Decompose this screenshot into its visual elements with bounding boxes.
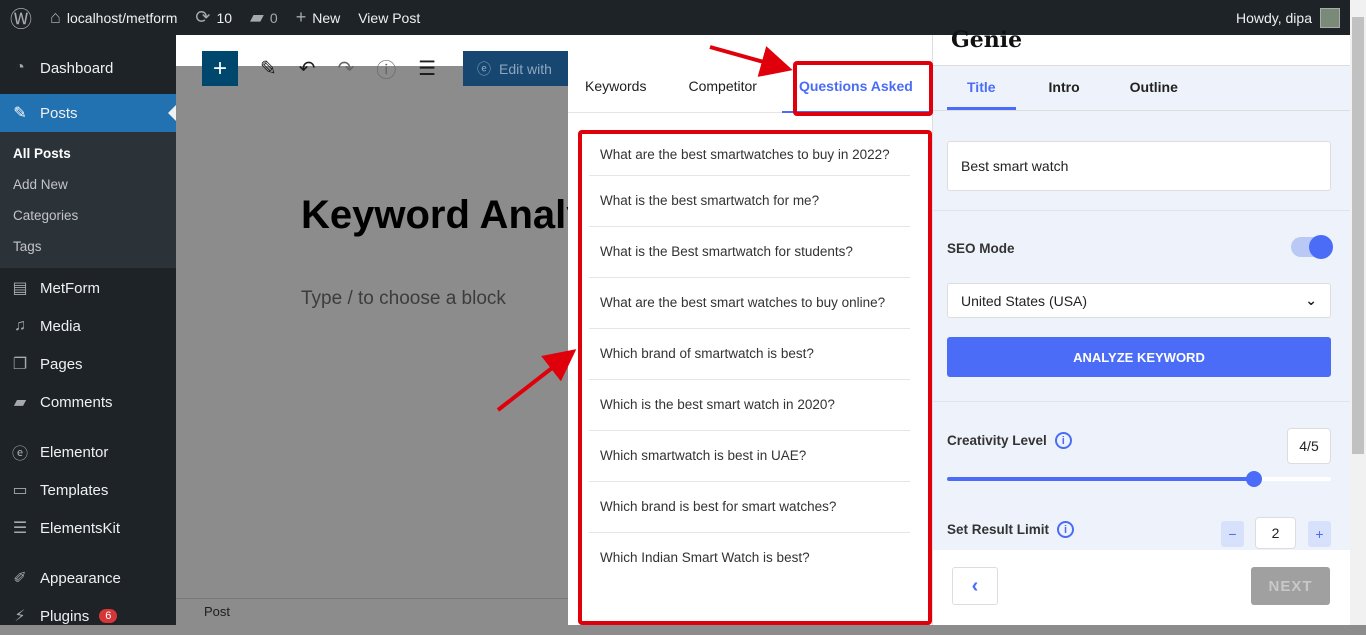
admin-bar: Ⓦ ⌂ localhost/metform ⟳ 10 ▰ 0 + New View Po… xyxy=(0,0,1366,35)
new-link[interactable]: + New xyxy=(296,7,341,28)
result-limit-label: Set Result Limit i xyxy=(947,521,1075,538)
tab-competitor[interactable]: Competitor xyxy=(663,65,773,113)
undo-icon[interactable]: ↶ xyxy=(299,56,316,81)
tab-keywords[interactable]: Keywords xyxy=(568,65,663,113)
highlight-box-questions xyxy=(578,130,932,625)
edit-with-elementor-button[interactable]: ⓔ Edit with xyxy=(463,51,568,86)
sidebar-item-posts[interactable]: ✎ Posts xyxy=(0,94,176,132)
tab-outline[interactable]: Outline xyxy=(1100,66,1198,110)
folder-icon: ▭ xyxy=(12,482,28,499)
sidebar-item-templates[interactable]: ▭ Templates xyxy=(0,471,176,509)
result-limit-input[interactable]: 2 xyxy=(1255,517,1296,549)
add-block-button[interactable]: + xyxy=(202,51,238,86)
sidebar-item-media[interactable]: ♫ Media xyxy=(0,307,176,345)
seo-mode-label: SEO Mode xyxy=(947,241,1015,256)
block-editor: + ✎ ↶ ↷ ⓘ ☰ ⓔ Edit with Keyword Analy Typ… xyxy=(176,35,588,625)
creativity-level-label: Creativity Level i xyxy=(947,432,1072,449)
info-icon[interactable]: i xyxy=(1054,432,1072,449)
pencil-icon[interactable]: ✎ xyxy=(260,56,277,81)
avatar xyxy=(1320,7,1340,28)
account-menu[interactable]: Howdy, dipa xyxy=(1236,0,1340,35)
sidebar-item-elementskit[interactable]: ☰ ElementsKit xyxy=(0,509,176,547)
genie-logo: Genie xyxy=(951,27,1023,53)
genie-tabs: Title Intro Outline xyxy=(933,66,1350,111)
sidebar-item-elementor[interactable]: ⓔ Elementor xyxy=(0,433,176,471)
scrollbar-thumb[interactable] xyxy=(1352,17,1364,454)
redo-icon[interactable]: ↷ xyxy=(338,56,355,81)
info-icon[interactable]: i xyxy=(1057,521,1075,538)
scrollbar[interactable] xyxy=(1350,0,1366,625)
pages-icon: ❐ xyxy=(12,356,28,373)
dashboard-icon: ◔ xyxy=(15,59,25,76)
country-select[interactable]: United States (USA) ⌄ xyxy=(947,283,1331,318)
creativity-slider[interactable] xyxy=(947,471,1331,487)
comment-icon: ▰ xyxy=(13,394,27,411)
tab-intro[interactable]: Intro xyxy=(1016,66,1100,110)
plus-icon: + xyxy=(295,7,307,27)
posts-submenu: All Posts Add New Categories Tags xyxy=(0,132,176,268)
submenu-all-posts[interactable]: All Posts xyxy=(0,138,176,169)
info-icon[interactable]: ⓘ xyxy=(376,54,396,83)
editor-footer-breadcrumb[interactable]: Post xyxy=(176,598,568,625)
seo-mode-toggle[interactable] xyxy=(1291,235,1333,259)
list-view-icon[interactable]: ☰ xyxy=(418,56,436,81)
chevron-down-icon: ⌄ xyxy=(1305,292,1317,308)
view-post-link[interactable]: View Post xyxy=(358,10,420,26)
analyze-keyword-button[interactable]: ANALYZE KEYWORD xyxy=(947,337,1331,377)
submenu-tags[interactable]: Tags xyxy=(0,231,176,262)
plug-icon: ⚡ xyxy=(14,608,26,625)
tab-title[interactable]: Title xyxy=(947,66,1016,110)
wordpress-logo-icon[interactable]: Ⓦ xyxy=(10,2,32,34)
slider-fill xyxy=(947,477,1255,481)
block-placeholder[interactable]: Type / to choose a block xyxy=(301,288,506,310)
decrement-button[interactable]: − xyxy=(1221,521,1244,547)
updates-link[interactable]: ⟳ 10 xyxy=(195,7,232,28)
slider-handle[interactable] xyxy=(1246,471,1263,487)
highlight-box-tab xyxy=(793,61,933,116)
genie-footer: ‹ NEXT xyxy=(933,550,1351,625)
submenu-categories[interactable]: Categories xyxy=(0,200,176,231)
admin-sidebar: ◔ Dashboard ✎ Posts All Posts Add New Cate… xyxy=(0,35,176,625)
home-icon: ⌂ xyxy=(50,7,61,27)
editor-toolbar: + ✎ ↶ ↷ ⓘ ☰ xyxy=(202,51,436,86)
sidebar-item-pages[interactable]: ❐ Pages xyxy=(0,345,176,383)
metform-icon: ▤ xyxy=(12,280,28,297)
post-title[interactable]: Keyword Analy xyxy=(301,193,588,238)
plugins-badge: 6 xyxy=(99,609,118,623)
media-icon: ♫ xyxy=(14,317,26,334)
sidebar-item-dashboard[interactable]: ◔ Dashboard xyxy=(0,49,176,87)
site-link[interactable]: ⌂ localhost/metform xyxy=(50,7,177,28)
sidebar-item-appearance[interactable]: ✐ Appearance xyxy=(0,559,176,597)
pin-icon: ✎ xyxy=(13,105,27,122)
sidebar-item-comments[interactable]: ▰ Comments xyxy=(0,383,176,421)
brush-icon: ✐ xyxy=(13,570,27,587)
genie-header: Genie xyxy=(933,27,1350,66)
elementor-icon: ⓔ xyxy=(11,446,28,463)
updates-icon: ⟳ xyxy=(195,7,211,27)
sidebar-item-plugins[interactable]: ⚡ Plugins 6 xyxy=(0,597,176,635)
comment-icon: ▰ xyxy=(250,7,264,27)
comments-link[interactable]: ▰ 0 xyxy=(250,7,278,28)
back-button[interactable]: ‹ xyxy=(952,567,998,605)
genie-panel: Genie Title Intro Outline Best smart wat… xyxy=(932,27,1351,625)
creativity-value: 4/5 xyxy=(1287,428,1331,464)
elementor-icon: ⓔ xyxy=(477,60,491,77)
submenu-add-new[interactable]: Add New xyxy=(0,169,176,200)
keyword-input[interactable]: Best smart watch xyxy=(947,141,1331,191)
increment-button[interactable]: + xyxy=(1308,521,1331,547)
elementskit-icon: ☰ xyxy=(12,520,28,537)
next-button[interactable]: NEXT xyxy=(1251,567,1330,605)
sidebar-item-metform[interactable]: ▤ MetForm xyxy=(0,269,176,307)
